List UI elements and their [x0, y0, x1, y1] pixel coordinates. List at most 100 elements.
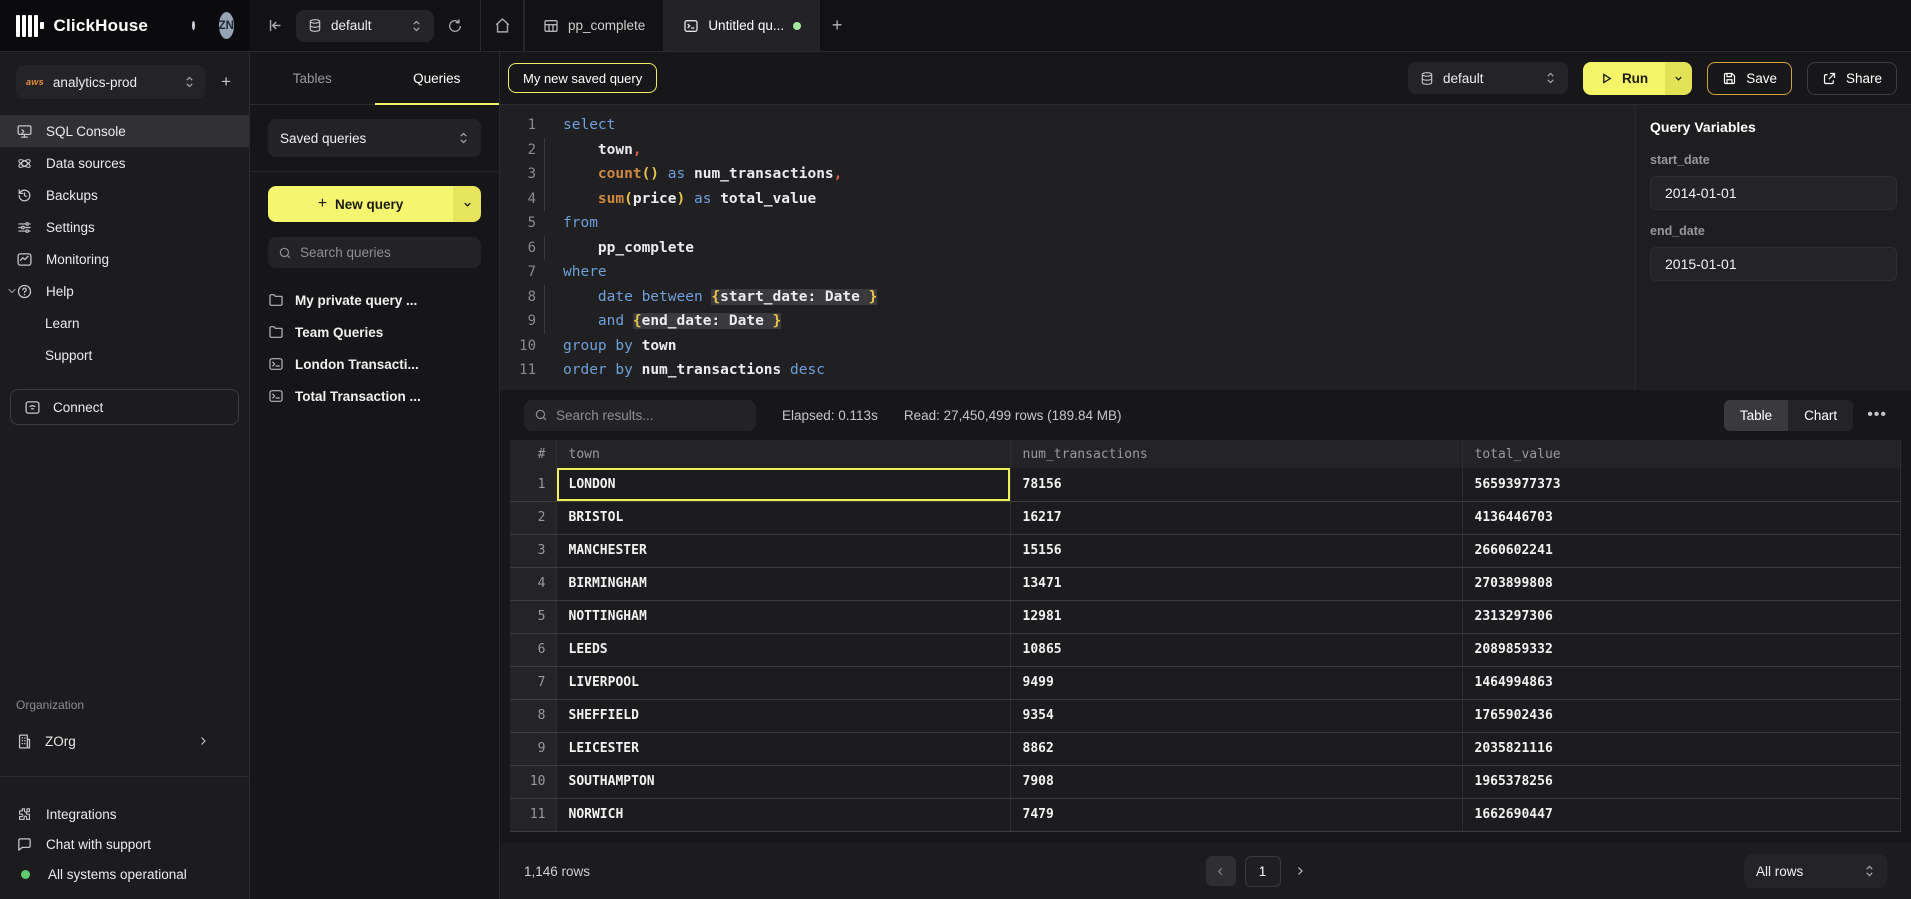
run-button[interactable]: Run	[1583, 62, 1665, 95]
sidebar-footer-item-chat-with-support[interactable]: Chat with support	[0, 829, 249, 859]
cell-town[interactable]: NOTTINGHAM	[556, 600, 1010, 633]
sidebar-footer-item-integrations[interactable]: Integrations	[0, 799, 249, 829]
sidebar-footer-item-all-systems-operational[interactable]: All systems operational	[0, 859, 249, 889]
cell-town[interactable]: SOUTHAMPTON	[556, 765, 1010, 798]
share-button[interactable]: Share	[1807, 62, 1897, 95]
query-list-item[interactable]: London Transacti...	[268, 348, 481, 380]
organization-name: ZOrg	[45, 734, 76, 749]
home-button[interactable]	[487, 11, 517, 41]
cell-total-value[interactable]: 1662690447	[1462, 798, 1901, 831]
line-number: 5	[500, 211, 536, 236]
current-page[interactable]: 1	[1245, 856, 1281, 887]
avatar[interactable]: ZN	[219, 12, 234, 39]
tab-untitled-query[interactable]: Untitled qu...	[664, 0, 820, 51]
cell-num-transactions[interactable]: 8862	[1010, 732, 1462, 765]
sidebar-item-backups[interactable]: Backups	[0, 179, 249, 211]
tab-pp-complete[interactable]: pp_complete	[524, 0, 664, 51]
editor-database-select-value: default	[1443, 71, 1484, 86]
variable-input-end_date[interactable]: 2015-01-01	[1650, 247, 1897, 281]
new-tab-button[interactable]: +	[820, 0, 854, 51]
cell-num-transactions[interactable]: 7908	[1010, 765, 1462, 798]
cell-total-value[interactable]: 2703899808	[1462, 567, 1901, 600]
next-page-button[interactable]	[1290, 865, 1310, 877]
column-header-index[interactable]: #	[510, 440, 556, 468]
add-service-button[interactable]: +	[215, 70, 237, 94]
cell-total-value[interactable]: 2313297306	[1462, 600, 1901, 633]
page-size-select[interactable]: All rows	[1744, 854, 1887, 888]
chevron-updown-icon	[458, 131, 469, 145]
cell-town[interactable]: BRISTOL	[556, 501, 1010, 534]
cell-town[interactable]: BIRMINGHAM	[556, 567, 1010, 600]
cell-town[interactable]: MANCHESTER	[556, 534, 1010, 567]
connect-button[interactable]: Connect	[10, 389, 239, 425]
cell-total-value[interactable]: 56593977373	[1462, 468, 1901, 501]
query-list-item[interactable]: My private query ...	[268, 284, 481, 316]
cell-num-transactions[interactable]: 16217	[1010, 501, 1462, 534]
collapse-sidebar-button[interactable]	[260, 11, 290, 41]
cell-num-transactions[interactable]: 7479	[1010, 798, 1462, 831]
tab-label: Untitled qu...	[708, 18, 784, 33]
sidebar-item-sql-console[interactable]: SQL Console	[0, 115, 249, 147]
query-list-item[interactable]: Team Queries	[268, 316, 481, 348]
cell-total-value[interactable]: 4136446703	[1462, 501, 1901, 534]
cell-total-value[interactable]: 2089859332	[1462, 633, 1901, 666]
cell-num-transactions[interactable]: 10865	[1010, 633, 1462, 666]
results-table: #townnum_transactionstotal_value1LONDON7…	[510, 440, 1901, 832]
share-icon	[1822, 71, 1837, 86]
save-button[interactable]: Save	[1707, 62, 1792, 95]
run-options-button[interactable]	[1665, 62, 1692, 95]
view-table-button[interactable]: Table	[1724, 400, 1788, 431]
cell-num-transactions[interactable]: 13471	[1010, 567, 1462, 600]
refresh-button[interactable]	[440, 11, 470, 41]
cell-town[interactable]: LONDON	[556, 468, 1010, 501]
column-header-total-value[interactable]: total_value	[1462, 440, 1901, 468]
line-number: 10	[500, 334, 536, 359]
previous-page-button[interactable]	[1206, 856, 1236, 886]
cell-num-transactions[interactable]: 9354	[1010, 699, 1462, 732]
puzzle-icon	[16, 806, 33, 823]
tab-queries[interactable]: Queries	[375, 52, 500, 104]
sidebar-item-learn[interactable]: Learn	[0, 307, 249, 339]
cell-total-value[interactable]: 1765902436	[1462, 699, 1901, 732]
cell-num-transactions[interactable]: 15156	[1010, 534, 1462, 567]
sidebar: aws analytics-prod + SQL ConsoleData sou…	[0, 52, 250, 899]
sidebar-item-support[interactable]: Support	[0, 339, 249, 371]
cell-total-value[interactable]: 2035821116	[1462, 732, 1901, 765]
variable-input-start_date[interactable]: 2014-01-01	[1650, 176, 1897, 210]
cell-town[interactable]: LEEDS	[556, 633, 1010, 666]
cell-town[interactable]: LEICESTER	[556, 732, 1010, 765]
sidebar-item-monitoring[interactable]: Monitoring	[0, 243, 249, 275]
saved-query-name-pill[interactable]: My new saved query	[508, 63, 657, 93]
notification-dot-icon[interactable]	[192, 21, 195, 30]
view-chart-button[interactable]: Chart	[1788, 400, 1853, 431]
tab-tables[interactable]: Tables	[250, 52, 375, 104]
column-header-town[interactable]: town	[556, 440, 1010, 468]
cell-town[interactable]: LIVERPOOL	[556, 666, 1010, 699]
search-results-input[interactable]	[556, 408, 746, 423]
more-options-button[interactable]: •••	[1867, 406, 1887, 424]
saved-queries-select[interactable]: Saved queries	[268, 119, 481, 157]
new-query-dropdown-button[interactable]	[453, 186, 481, 222]
database-select[interactable]: default	[296, 10, 434, 42]
cell-town[interactable]: SHEFFIELD	[556, 699, 1010, 732]
cell-total-value[interactable]: 1965378256	[1462, 765, 1901, 798]
workspace-select[interactable]: aws analytics-prod	[16, 65, 205, 99]
sidebar-item-data-sources[interactable]: Data sources	[0, 147, 249, 179]
sidebar-item-settings[interactable]: Settings	[0, 211, 249, 243]
cell-num-transactions[interactable]: 78156	[1010, 468, 1462, 501]
editor-database-select[interactable]: default	[1408, 62, 1568, 94]
sql-editor[interactable]: 1select2 town,3 count() as num_transacti…	[500, 105, 1635, 390]
cell-num-transactions[interactable]: 9499	[1010, 666, 1462, 699]
organization-item[interactable]: ZOrg	[0, 726, 249, 756]
new-query-button[interactable]: + New query	[268, 186, 481, 222]
cell-town[interactable]: NORWICH	[556, 798, 1010, 831]
column-header-num-transactions[interactable]: num_transactions	[1010, 440, 1462, 468]
clickhouse-logo-icon	[16, 15, 44, 37]
sidebar-item-help[interactable]: Help	[0, 275, 249, 307]
cell-num-transactions[interactable]: 12981	[1010, 600, 1462, 633]
cell-total-value[interactable]: 2660602241	[1462, 534, 1901, 567]
query-list-item[interactable]: Total Transaction ...	[268, 380, 481, 412]
cell-total-value[interactable]: 1464994863	[1462, 666, 1901, 699]
search-queries-input[interactable]	[300, 245, 471, 260]
table-row: 10SOUTHAMPTON79081965378256	[510, 765, 1901, 798]
